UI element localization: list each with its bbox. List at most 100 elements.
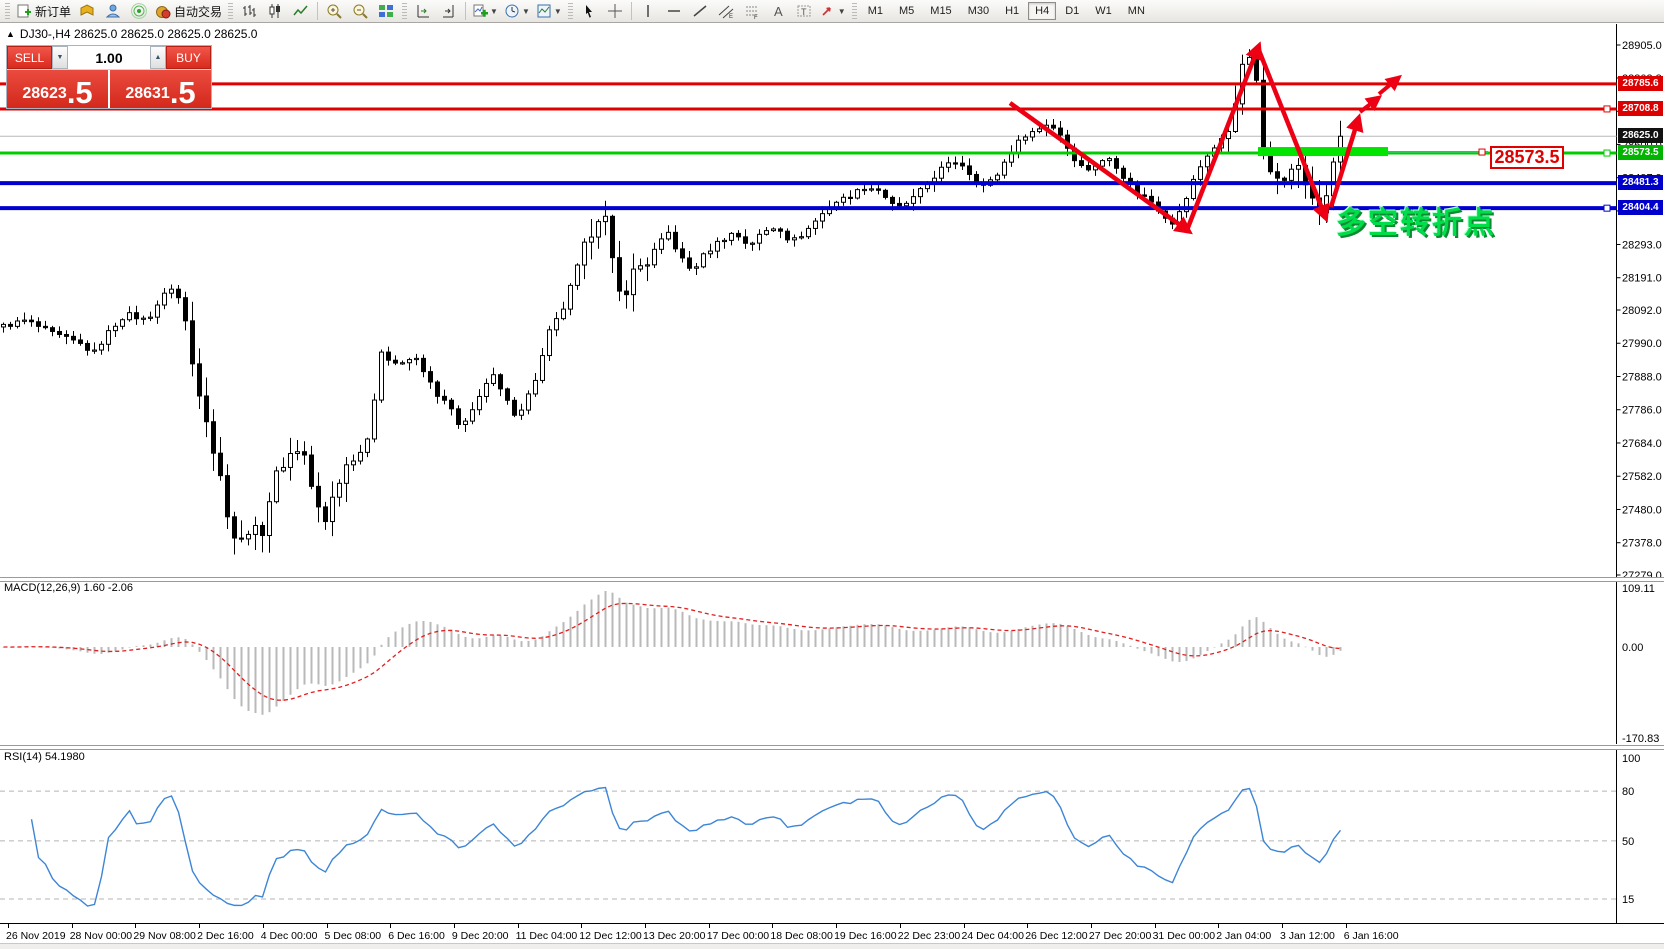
macd-axis-label: 109.11 — [1622, 583, 1655, 595]
pane-separator[interactable] — [0, 577, 1664, 582]
mini-trend-arrow[interactable] — [1379, 79, 1397, 94]
tile-windows-button[interactable] — [373, 0, 399, 22]
templates-button[interactable]: ▼ — [533, 0, 565, 22]
periods-button[interactable]: ▼ — [501, 0, 533, 22]
trend-arrow-line[interactable] — [1258, 48, 1325, 216]
line-chart-button[interactable] — [288, 0, 314, 22]
time-axis-label: 19 Dec 16:00 — [834, 930, 896, 942]
volume-decrease-button[interactable]: ▼ — [52, 46, 68, 69]
tab-timeframe-m5[interactable]: M5 — [892, 2, 921, 20]
horizontal-line-tool-button[interactable] — [661, 0, 687, 22]
tab-timeframe-mn[interactable]: MN — [1121, 2, 1152, 20]
tab-timeframe-m30[interactable]: M30 — [961, 2, 996, 20]
volume-input[interactable]: 1.00 — [68, 46, 150, 69]
sell-button[interactable]: SELL — [7, 46, 52, 69]
macd-histogram-bar — [913, 631, 915, 647]
time-axis-tick — [900, 924, 901, 928]
candle-body — [751, 243, 755, 244]
tab-timeframe-h1[interactable]: H1 — [998, 2, 1026, 20]
macd-histogram-bar — [101, 647, 103, 654]
text-label-tool-button[interactable]: T — [791, 0, 817, 22]
contacts-button[interactable] — [100, 0, 126, 22]
chevron-down-icon: ▼ — [838, 7, 846, 16]
equidistant-channel-tool-button[interactable]: E — [713, 0, 739, 22]
tab-timeframe-w1[interactable]: W1 — [1088, 2, 1119, 20]
candle-body — [72, 336, 76, 340]
candle-body — [296, 452, 300, 454]
pane-separator[interactable] — [0, 745, 1664, 750]
bid-price-panel[interactable]: 28623.5 — [7, 70, 108, 108]
tab-timeframe-h4[interactable]: H4 — [1028, 2, 1056, 20]
bar-chart-button[interactable] — [236, 0, 262, 22]
candle-body — [758, 234, 762, 243]
history-book-button[interactable] — [74, 0, 100, 22]
indicators-button[interactable]: ▼ — [469, 0, 501, 22]
candle-body — [1017, 140, 1021, 152]
candlestick-chart-button[interactable] — [262, 0, 288, 22]
macd-histogram-bar — [136, 646, 138, 647]
toolbar-grip[interactable] — [5, 3, 10, 19]
support-highlight-bar[interactable] — [1258, 147, 1388, 156]
trendline-icon — [692, 3, 708, 19]
cursor-tool-button[interactable] — [576, 0, 602, 22]
callout-handle[interactable] — [1479, 149, 1485, 155]
macd-histogram-bar — [626, 603, 628, 647]
tab-timeframe-d1[interactable]: D1 — [1058, 2, 1086, 20]
time-axis[interactable]: 26 Nov 201928 Nov 00:0029 Nov 08:002 Dec… — [0, 923, 1664, 944]
chart-shift-button[interactable] — [410, 0, 436, 22]
toolbar-grip[interactable] — [568, 3, 573, 19]
macd-histogram-bar — [192, 644, 194, 647]
trend-arrow-line[interactable] — [1010, 103, 1187, 230]
signals-button[interactable] — [126, 0, 152, 22]
text-tool-button[interactable]: A — [765, 0, 791, 22]
new-order-button[interactable]: 新订单 — [13, 0, 74, 22]
buy-button[interactable]: BUY — [166, 46, 211, 69]
crosshair-tool-button[interactable] — [602, 0, 628, 22]
main-price-chart[interactable]: 28905.028803.828701.828600.028497.928395… — [0, 24, 1664, 577]
trend-arrow-line[interactable] — [1187, 48, 1258, 230]
candle-body — [107, 331, 111, 345]
time-axis-label: 24 Dec 04:00 — [962, 930, 1024, 942]
zoom-out-button[interactable] — [347, 0, 373, 22]
tab-timeframe-m1[interactable]: M1 — [861, 2, 890, 20]
macd-histogram-bar — [465, 637, 467, 647]
candle-body — [149, 317, 153, 318]
price-callout-label[interactable]: 28573.5 — [1490, 146, 1564, 169]
arrows-tool-button[interactable]: ▼ — [817, 0, 849, 22]
candle-body — [268, 502, 272, 536]
time-axis-tick — [263, 924, 264, 928]
line-selection-handle[interactable] — [1604, 150, 1610, 156]
candle-body — [184, 298, 188, 321]
toolbar-grip[interactable] — [852, 3, 857, 19]
macd-histogram-bar — [843, 626, 845, 647]
macd-histogram-bar — [808, 630, 810, 647]
macd-histogram-bar — [115, 647, 117, 651]
fibonacci-tool-button[interactable]: F — [739, 0, 765, 22]
macd-histogram-bar — [801, 630, 803, 647]
candle-body — [282, 467, 286, 470]
toolbar-grip[interactable] — [402, 3, 407, 19]
trendline-tool-button[interactable] — [687, 0, 713, 22]
candle-body — [387, 352, 391, 360]
line-selection-handle[interactable] — [1604, 106, 1610, 112]
tab-timeframe-m15[interactable]: M15 — [923, 2, 958, 20]
price-axis-tick-label: 27279.0 — [1622, 570, 1662, 577]
auto-scroll-button[interactable] — [436, 0, 462, 22]
autotrading-button[interactable]: 自动交易 — [152, 0, 225, 22]
ask-price-panel[interactable]: 28631.5 — [110, 70, 211, 108]
zoom-in-button[interactable] — [321, 0, 347, 22]
macd-histogram-bar — [976, 629, 978, 647]
candle-body — [947, 163, 951, 167]
candle-body — [534, 380, 538, 394]
volume-increase-button[interactable]: ▲ — [150, 46, 166, 69]
toolbar-grip[interactable] — [228, 3, 233, 19]
price-axis-tick-label: 27480.0 — [1622, 504, 1662, 516]
chevron-down-icon: ▼ — [554, 7, 562, 16]
time-axis-tick — [836, 924, 837, 928]
line-selection-handle[interactable] — [1604, 205, 1610, 211]
vertical-line-tool-button[interactable] — [635, 0, 661, 22]
macd-histogram-bar — [948, 627, 950, 647]
macd-histogram-bar — [815, 630, 817, 647]
candle-body — [961, 163, 965, 166]
turning-point-annotation[interactable]: 多空转折点 — [1336, 198, 1496, 242]
